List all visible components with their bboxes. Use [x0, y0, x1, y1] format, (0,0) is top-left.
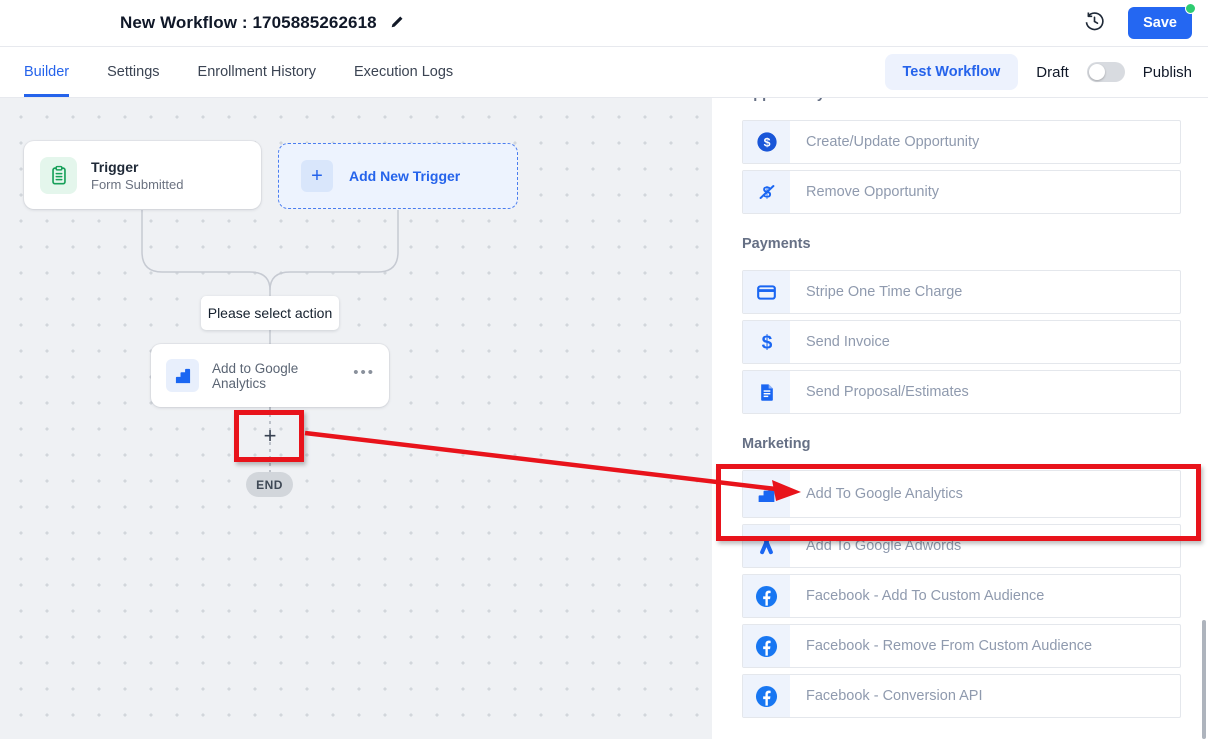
select-action-hint: Please select action [201, 296, 339, 330]
clipboard-icon [40, 157, 77, 194]
section-header-opportunity: Opportunity [742, 98, 1181, 102]
action-item-label: Add To Google Analytics [790, 486, 963, 502]
test-workflow-button[interactable]: Test Workflow [885, 54, 1019, 90]
actions-panel: Opportunity$Create/Update Opportunity$Re… [712, 98, 1208, 739]
action-item-add-to-google-analytics[interactable]: Add To Google Analytics [742, 470, 1181, 518]
svg-text:$: $ [761, 332, 772, 353]
tab-enrollment-history[interactable]: Enrollment History [198, 47, 316, 97]
panel-scrollbar[interactable] [1202, 620, 1206, 739]
facebook-icon [743, 625, 790, 667]
action-item-send-proposal-estimates[interactable]: Send Proposal/Estimates [742, 370, 1181, 414]
action-item-label: Stripe One Time Charge [790, 284, 962, 300]
plus-icon: + [301, 160, 333, 192]
action-item-label: Add To Google Adwords [790, 538, 961, 554]
document-icon [743, 371, 790, 413]
tabs: Builder Settings Enrollment History Exec… [24, 47, 453, 97]
clock-history-icon [1083, 10, 1106, 36]
action-node-google-analytics[interactable]: Add to Google Analytics ••• [151, 344, 389, 407]
action-item-create-update-opportunity[interactable]: $ Create/Update Opportunity [742, 120, 1181, 164]
action-item-label: Create/Update Opportunity [790, 134, 979, 150]
tab-bar: Builder Settings Enrollment History Exec… [0, 47, 1208, 98]
edit-title-button[interactable] [389, 13, 406, 33]
action-item-label: Facebook - Add To Custom Audience [790, 588, 1044, 604]
action-item-label: Send Proposal/Estimates [790, 384, 969, 400]
action-item-facebook-add-to-custom-audience[interactable]: Facebook - Add To Custom Audience [742, 574, 1181, 618]
action-item-facebook-remove-from-custom-audience[interactable]: Facebook - Remove From Custom Audience [742, 624, 1181, 668]
action-item-remove-opportunity[interactable]: $Remove Opportunity [742, 170, 1181, 214]
dollar-slash-icon: $ [743, 171, 790, 213]
workflow-controls: Test Workflow Draft Publish [885, 54, 1192, 90]
trigger-node[interactable]: Trigger Form Submitted [24, 141, 261, 209]
app-header: New Workflow : 1705885262618 Save [0, 0, 1208, 47]
action-item-send-invoice[interactable]: $ Send Invoice [742, 320, 1181, 364]
save-button[interactable]: Save [1128, 7, 1192, 39]
publish-label: Publish [1143, 64, 1192, 81]
google-analytics-icon [743, 471, 790, 517]
google-ads-icon [743, 525, 790, 567]
workflow-canvas[interactable]: Trigger Form Submitted + Add New Trigger… [0, 98, 712, 739]
header-actions: Save [1083, 7, 1208, 39]
svg-text:$: $ [763, 136, 770, 150]
action-item-label: Remove Opportunity [790, 184, 939, 200]
action-node-label: Add to Google Analytics [212, 361, 340, 391]
history-button[interactable] [1083, 10, 1106, 36]
action-item-label: Send Invoice [790, 334, 890, 350]
add-action-button[interactable]: + [258, 424, 282, 448]
pencil-icon [389, 13, 406, 33]
workflow-builder-app: New Workflow : 1705885262618 Save [0, 0, 1208, 739]
dollar-circle-icon: $ [743, 121, 790, 163]
action-item-label: Facebook - Conversion API [790, 688, 983, 704]
workflow-title-wrap: New Workflow : 1705885262618 [0, 13, 406, 33]
section-header-payments: Payments [742, 236, 1181, 252]
action-item-stripe-one-time-charge[interactable]: Stripe One Time Charge [742, 270, 1181, 314]
add-new-trigger-label: Add New Trigger [349, 168, 460, 184]
page-title: New Workflow : 1705885262618 [120, 13, 377, 33]
section-header-marketing: Marketing [742, 436, 1181, 452]
facebook-icon [743, 675, 790, 717]
action-item-label: Facebook - Remove From Custom Audience [790, 638, 1092, 654]
google-analytics-icon [166, 359, 199, 392]
trigger-node-subtitle: Form Submitted [91, 177, 183, 192]
dollar-icon: $ [743, 321, 790, 363]
draft-label: Draft [1036, 64, 1069, 81]
action-item-add-to-google-adwords[interactable]: Add To Google Adwords [742, 524, 1181, 568]
credit-card-icon [743, 271, 790, 313]
tab-settings[interactable]: Settings [107, 47, 159, 97]
publish-toggle[interactable] [1087, 62, 1125, 82]
trigger-node-title: Trigger [91, 159, 183, 175]
tab-builder[interactable]: Builder [24, 47, 69, 97]
add-new-trigger-button[interactable]: + Add New Trigger [278, 143, 518, 209]
facebook-icon [743, 575, 790, 617]
node-menu-button[interactable]: ••• [353, 368, 375, 384]
save-button-label: Save [1143, 15, 1177, 31]
end-badge: END [246, 472, 293, 497]
toggle-knob [1089, 64, 1105, 80]
tab-execution-logs[interactable]: Execution Logs [354, 47, 453, 97]
online-status-dot [1185, 3, 1196, 14]
action-item-facebook-conversion-api[interactable]: Facebook - Conversion API [742, 674, 1181, 718]
